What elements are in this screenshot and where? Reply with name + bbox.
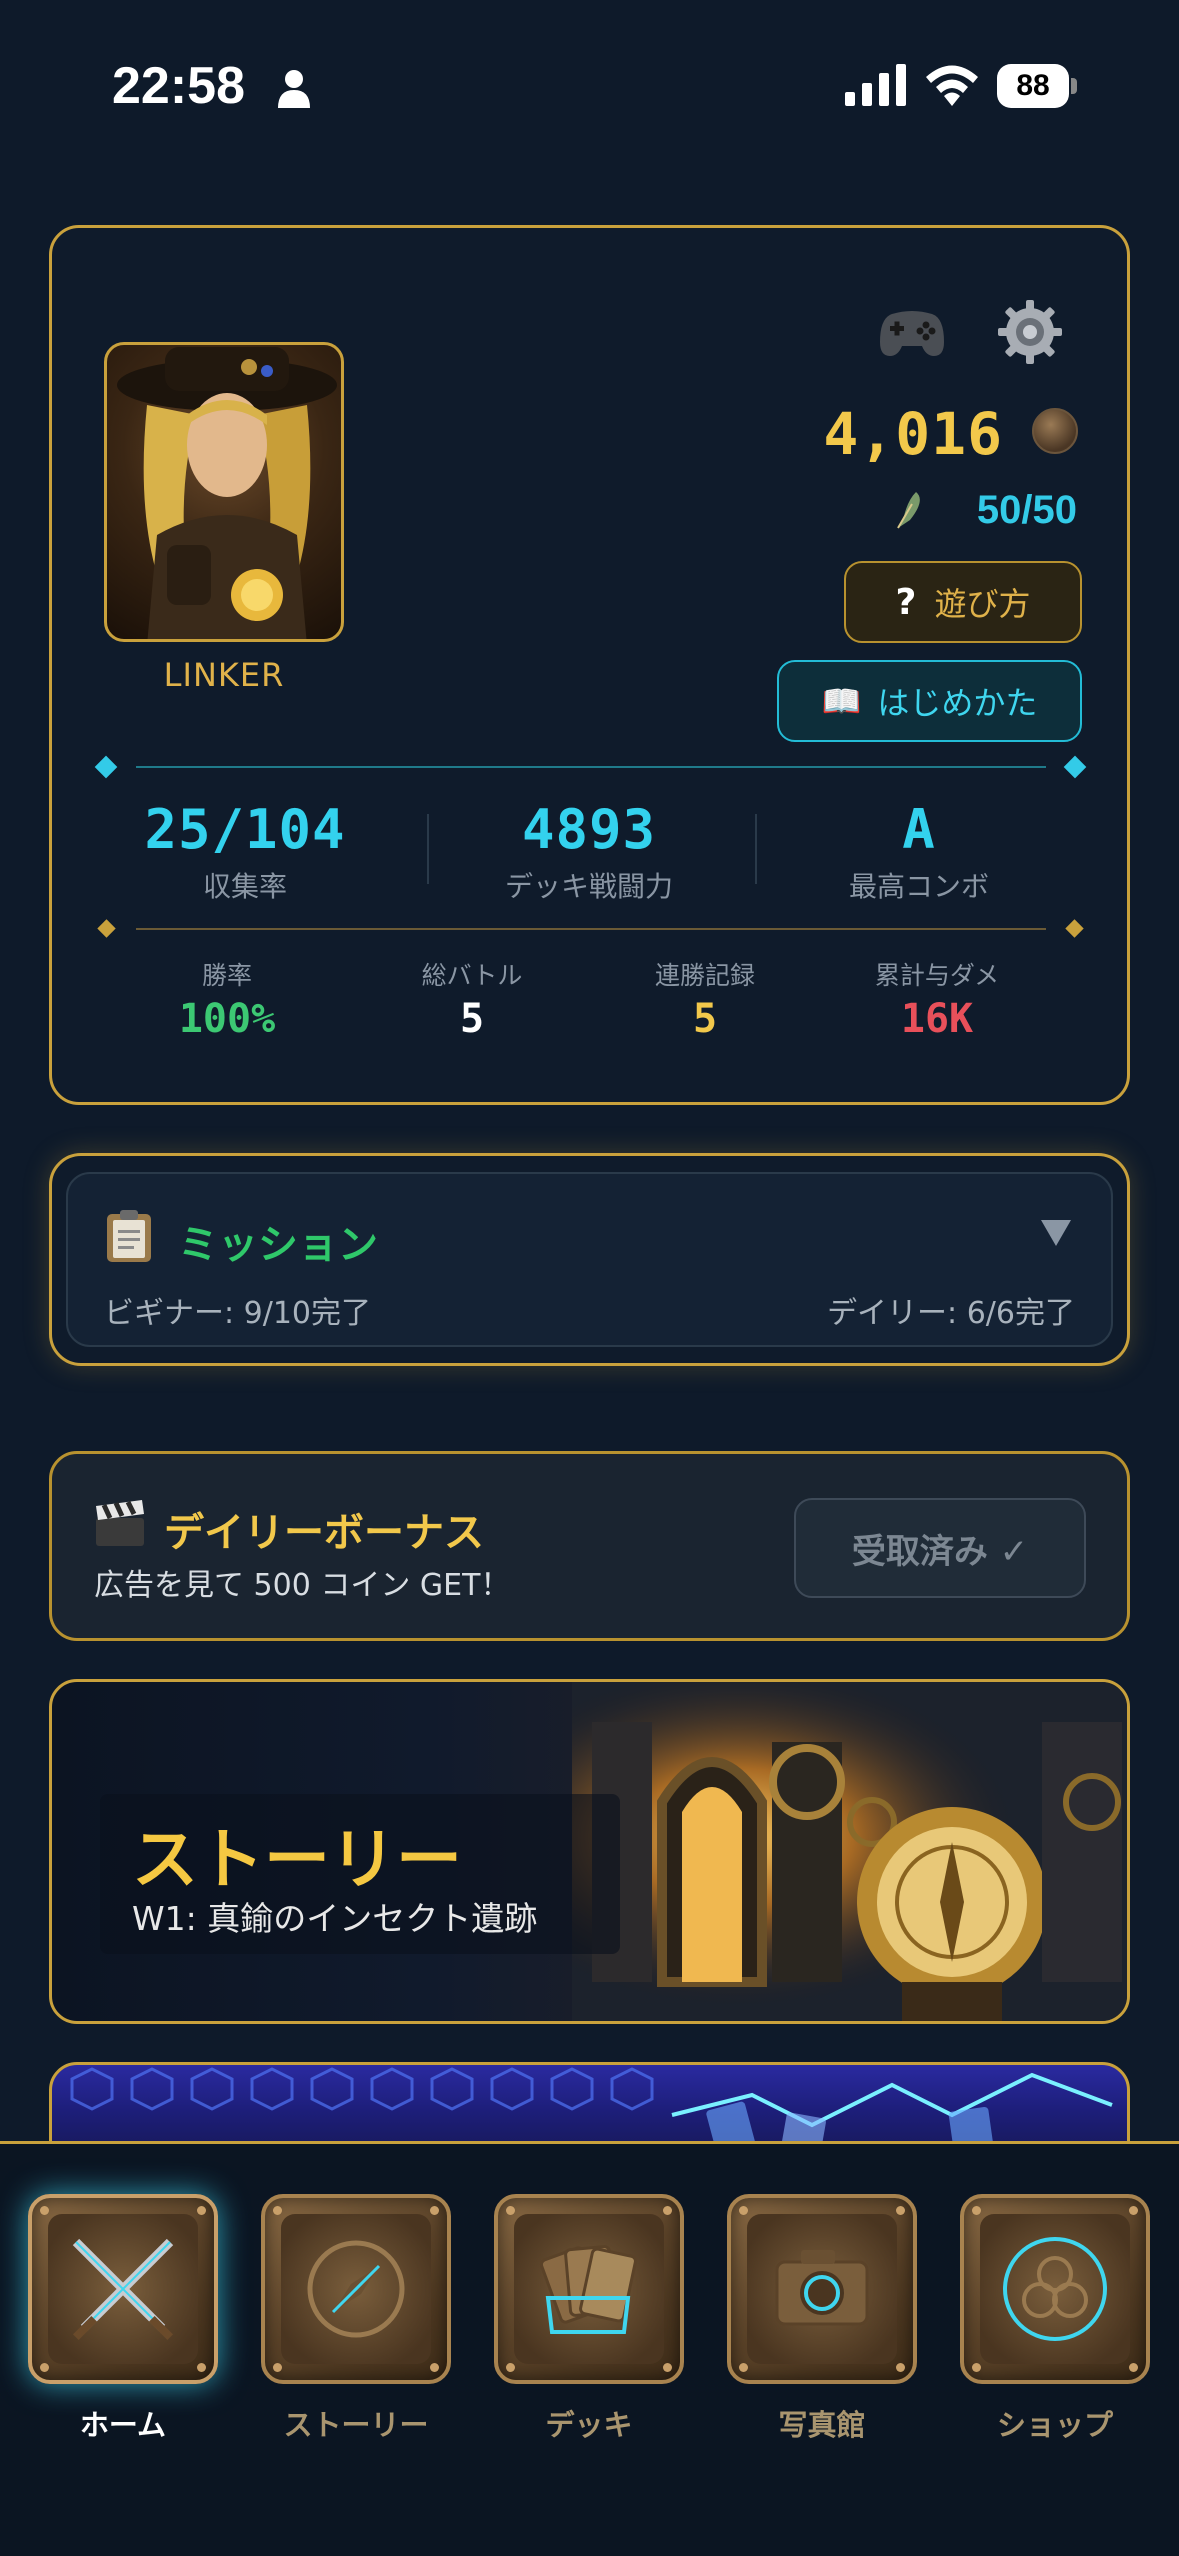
story-banner[interactable]: ストーリー W1: 真鍮のインセクト遺跡: [49, 1679, 1130, 2024]
avatar-portrait-image: [117, 347, 337, 639]
stamina-value: 50/50: [976, 488, 1077, 532]
tab-shop-label: ショップ: [996, 2408, 1113, 2442]
avatar[interactable]: [104, 342, 344, 642]
wifi-icon: [926, 65, 978, 106]
story-title: ストーリー: [132, 1821, 462, 1898]
tab-shop[interactable]: ショップ: [957, 2194, 1153, 2444]
stat-win-streak-value: 5: [692, 996, 718, 1042]
gear-icon[interactable]: [996, 298, 1064, 366]
daily-bonus-card: デイリーボーナス 広告を見て 500 コイン GET！ 受取済み ✓: [49, 1451, 1130, 1641]
mission-daily-progress: デイリー: 6/6完了: [827, 1296, 1075, 1331]
tab-photo-studio[interactable]: 写真館: [724, 2194, 920, 2444]
divider-diamond: [97, 919, 116, 938]
story-subtitle: W1: 真鍮のインセクト遺跡: [132, 1899, 538, 1938]
battery-icon: 88: [997, 64, 1077, 108]
stat-total-battles-label: 総バトル: [421, 961, 523, 990]
stat-total-battles-value: 5: [459, 996, 485, 1042]
stat-total-damage-value: 16K: [900, 996, 974, 1042]
mission-title: ミッション: [178, 1222, 378, 1268]
clipboard-icon: [107, 1210, 151, 1262]
stat-deck-power-value: 4893: [521, 798, 657, 861]
tab-photo-studio-label: 写真館: [778, 2408, 866, 2442]
mission-panel: ミッション ビギナー: 9/10完了 デイリー: 6/6完了: [66, 1172, 1113, 1347]
divider-diamond: [1063, 755, 1087, 779]
compass-icon: [261, 2194, 451, 2384]
how-to-play-button[interactable]: ? 遊び方: [844, 561, 1082, 643]
status-time: 22:58: [112, 57, 245, 115]
divider: [136, 766, 1046, 768]
tab-home[interactable]: ホーム: [25, 2194, 221, 2444]
stat-best-combo: A 最高コンボ: [769, 798, 1069, 905]
getting-started-label: はじめかた: [877, 684, 1038, 722]
stat-win-rate-label: 勝率: [201, 961, 252, 990]
mission-card[interactable]: ミッション ビギナー: 9/10完了 デイリー: 6/6完了: [49, 1153, 1130, 1366]
mission-beginner-progress: ビギナー: 9/10完了: [104, 1296, 372, 1331]
how-to-play-label: 遊び方: [934, 585, 1031, 623]
stat-separator: [755, 814, 757, 884]
gamepad-icon[interactable]: [878, 306, 946, 360]
book-icon: 📖: [821, 682, 862, 720]
stat-collection-value: 25/104: [144, 798, 346, 861]
getting-started-button[interactable]: 📖 はじめかた: [777, 660, 1082, 742]
divider: [136, 928, 1046, 930]
daily-bonus-title: デイリーボーナス: [164, 1510, 484, 1556]
crossed-swords-icon: [28, 2194, 218, 2384]
stat-best-combo-value: A: [902, 798, 936, 861]
tab-story[interactable]: ストーリー: [258, 2194, 454, 2444]
ruins-illustration: [572, 1682, 1127, 2021]
coin-balance: 4,016: [823, 400, 1003, 468]
coin-icon: [1032, 408, 1078, 454]
cards-icon: [494, 2194, 684, 2384]
stat-deck-power-label: デッキ戦闘力: [504, 870, 673, 903]
status-bar: 22:58 88: [0, 0, 1179, 170]
clapperboard-icon: [96, 1500, 144, 1546]
divider-diamond: [1065, 919, 1084, 938]
question-icon: ?: [895, 581, 917, 623]
player-name: LINKER: [163, 656, 285, 694]
stat-win-streak-label: 連勝記録: [654, 961, 755, 990]
stat-total-battles: 総バトル 5: [362, 956, 582, 1042]
divider-diamond: [94, 755, 118, 779]
stat-best-combo-label: 最高コンボ: [848, 870, 989, 903]
stat-win-rate: 勝率 100%: [117, 956, 337, 1042]
stat-separator: [427, 814, 429, 884]
stat-collection-label: 収集率: [202, 870, 287, 903]
ornament-icon: [960, 2194, 1150, 2384]
tab-deck[interactable]: デッキ: [491, 2194, 687, 2444]
feather-icon: [897, 492, 920, 529]
stat-win-rate-value: 100%: [178, 996, 276, 1042]
tab-home-label: ホーム: [79, 2408, 167, 2442]
stat-total-damage: 累計与ダメ 16K: [827, 956, 1047, 1042]
stat-win-streak: 連勝記録 5: [595, 956, 815, 1042]
profile-card: LINKER 4,016 50/50 ? 遊び方 📖 はじめかた 25/104 …: [49, 225, 1130, 1105]
tab-bar: ホーム ストーリー デッキ 写真館 ショップ: [0, 2141, 1179, 2556]
stat-deck-power: 4893 デッキ戦闘力: [439, 798, 739, 905]
person-icon: [278, 70, 310, 108]
camera-icon: [727, 2194, 917, 2384]
stat-total-damage-label: 累計与ダメ: [874, 961, 1000, 990]
chevron-down-icon[interactable]: [1039, 1218, 1073, 1248]
tab-story-label: ストーリー: [283, 2408, 429, 2442]
stat-collection: 25/104 収集率: [95, 798, 395, 905]
daily-bonus-subtitle: 広告を見て 500 コイン GET！: [94, 1568, 511, 1603]
tab-deck-label: デッキ: [545, 2408, 633, 2442]
signal-icon: [845, 64, 906, 106]
claimed-button[interactable]: 受取済み ✓: [794, 1498, 1086, 1598]
battery-level: 88: [997, 64, 1069, 108]
